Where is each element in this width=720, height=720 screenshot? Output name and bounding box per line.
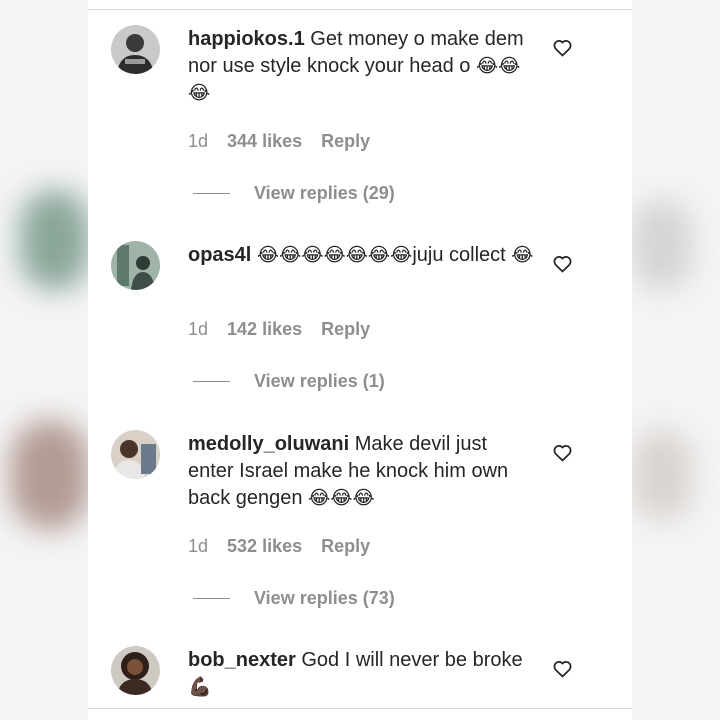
heart-icon[interactable]	[553, 255, 572, 273]
likes-count[interactable]: 142 likes	[227, 319, 302, 340]
laughing-emoji-icon: 😂😂😂	[308, 487, 375, 509]
right-blurred-background	[632, 0, 720, 720]
username[interactable]: happiokos.1	[188, 28, 305, 50]
view-replies-label: View replies (29)	[254, 183, 395, 203]
heart-icon[interactable]	[553, 444, 572, 462]
laughing-emoji-icon: 😂	[511, 244, 534, 266]
likes-count[interactable]: 532 likes	[227, 536, 302, 557]
likes-count[interactable]: 344 likes	[227, 131, 302, 152]
heart-icon[interactable]	[553, 660, 572, 678]
username[interactable]: medolly_oluwani	[188, 433, 349, 455]
replies-line	[193, 381, 230, 382]
view-replies-button[interactable]: View replies (1)	[193, 371, 385, 392]
flexed-bicep-emoji-icon: 💪🏿	[188, 676, 212, 698]
avatar[interactable]	[111, 25, 160, 74]
timestamp: 1d	[188, 536, 209, 556]
reply-button[interactable]: Reply	[321, 131, 370, 152]
view-replies-button[interactable]: View replies (73)	[193, 588, 395, 609]
left-blurred-background	[0, 0, 88, 720]
avatar[interactable]	[111, 241, 160, 290]
comment-body: juju collect	[412, 244, 506, 266]
avatar[interactable]	[111, 430, 160, 479]
comment-text: opas4l 😂😂😂😂😂😂😂juju collect 😂	[188, 242, 538, 269]
comment-text: bob_nexter God I will never be broke 💪🏿	[188, 647, 538, 701]
username[interactable]: bob_nexter	[188, 649, 296, 671]
comment-meta: 1d 142 likes Reply	[188, 319, 370, 340]
view-replies-label: View replies (1)	[254, 371, 385, 391]
comments-panel: happiokos.1 Get money o make dem nor use…	[88, 0, 632, 720]
bottom-divider	[88, 708, 632, 709]
replies-line	[193, 193, 230, 194]
heart-icon[interactable]	[553, 39, 572, 57]
reply-button[interactable]: Reply	[321, 319, 370, 340]
comment-text: happiokos.1 Get money o make dem nor use…	[188, 26, 538, 107]
comment-text: medolly_oluwani Make devil just enter Is…	[188, 431, 538, 512]
avatar[interactable]	[111, 646, 160, 695]
replies-line	[193, 598, 230, 599]
comment-meta: 1d 532 likes Reply	[188, 536, 370, 557]
laughing-emoji-icon: 😂😂😂😂😂😂😂	[256, 244, 413, 266]
top-divider	[88, 9, 632, 10]
timestamp: 1d	[188, 319, 209, 339]
view-replies-label: View replies (73)	[254, 588, 395, 608]
timestamp: 1d	[188, 131, 209, 151]
comment-meta: 1d 344 likes Reply	[188, 131, 370, 152]
comment-body: God I will never be broke	[301, 649, 523, 671]
view-replies-button[interactable]: View replies (29)	[193, 183, 395, 204]
reply-button[interactable]: Reply	[321, 536, 370, 557]
username[interactable]: opas4l	[188, 244, 251, 266]
